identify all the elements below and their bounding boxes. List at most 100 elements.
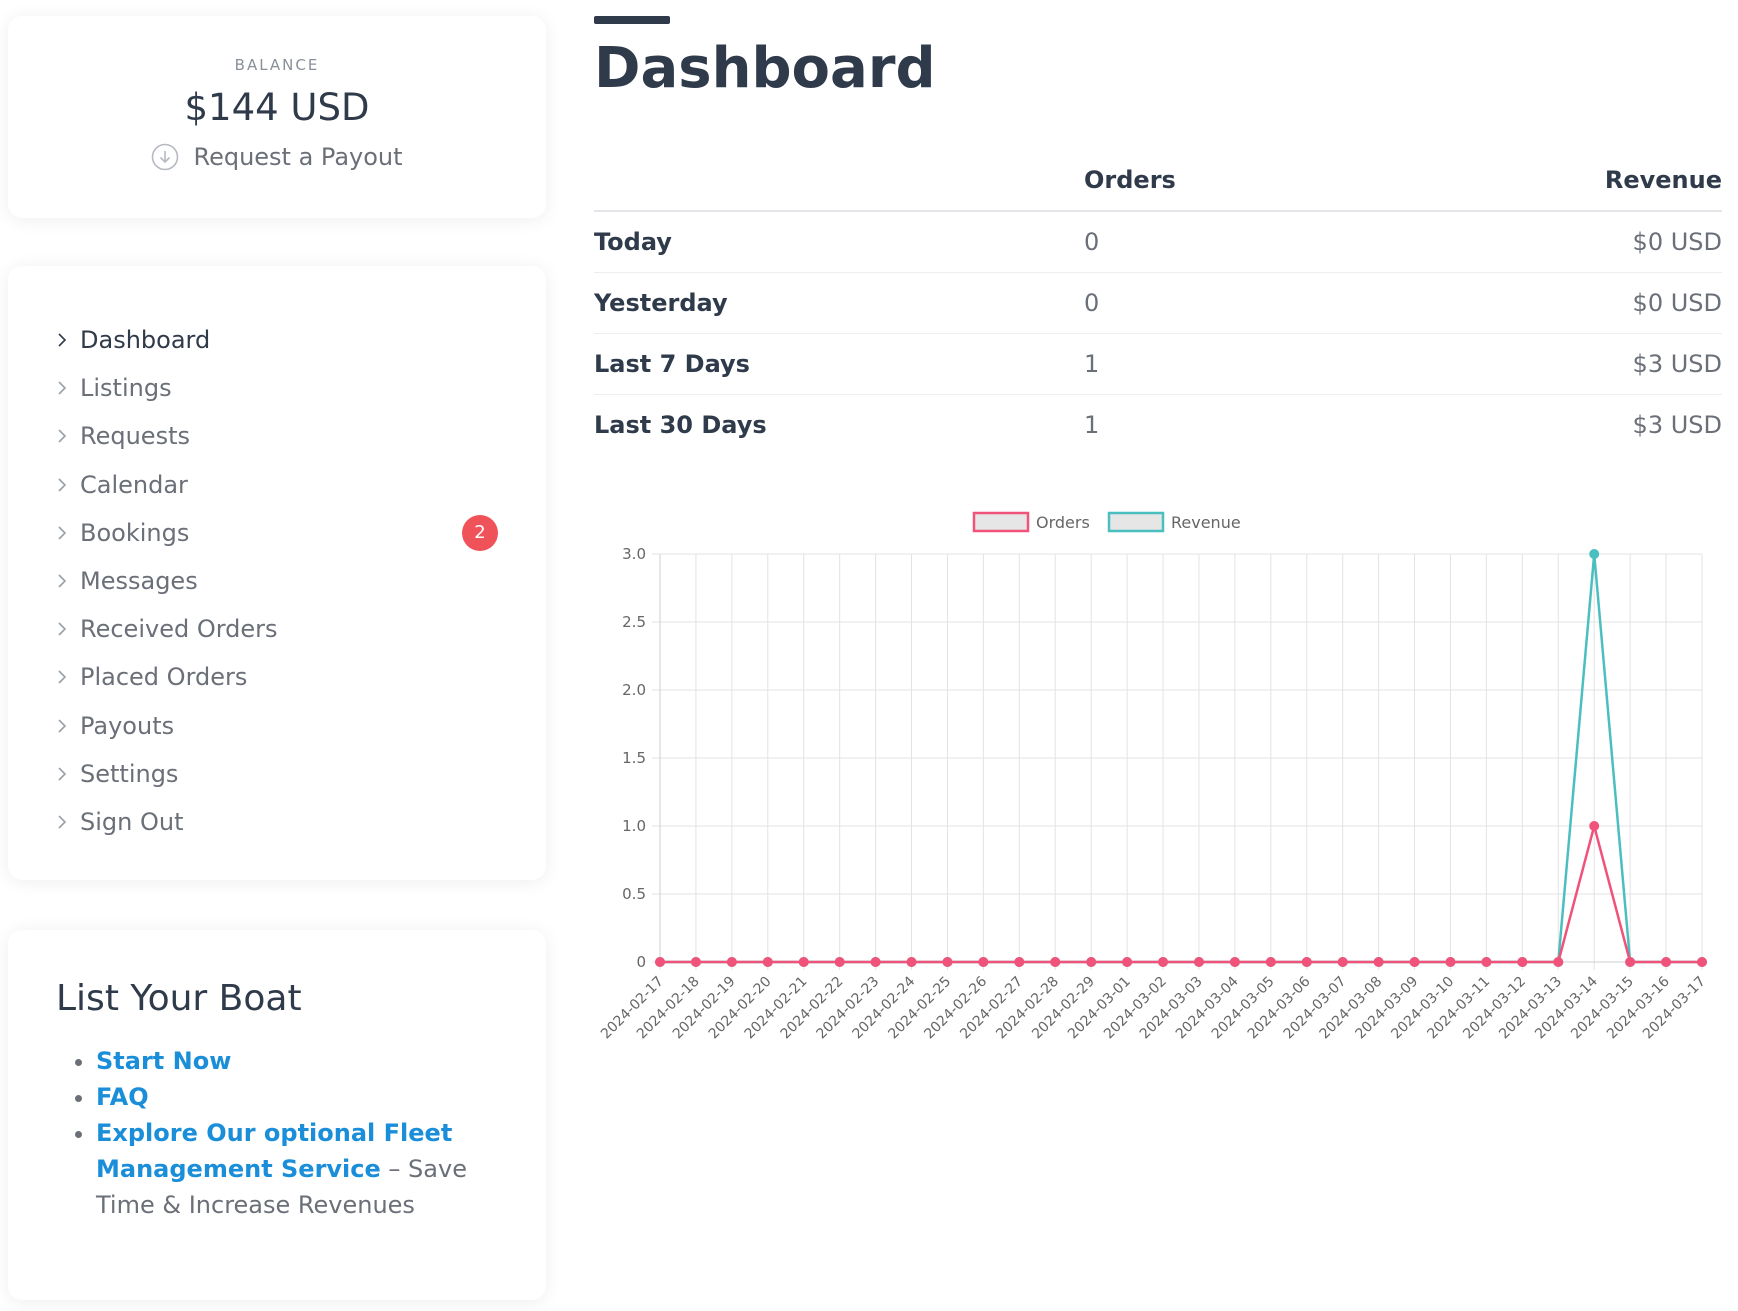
sidebar-item-label: Bookings	[80, 518, 190, 547]
data-point-orders	[1553, 957, 1564, 967]
y-tick-label: 1.0	[622, 817, 646, 835]
row-label: Last 7 Days	[594, 333, 1084, 395]
row-orders: 1	[1084, 411, 1100, 439]
y-tick-label: 2.0	[622, 681, 646, 699]
table-header-revenue: Revenue	[1364, 150, 1722, 212]
data-point-orders	[690, 957, 701, 967]
sidebar-item-label: Dashboard	[80, 326, 211, 355]
data-point-orders	[1589, 821, 1600, 831]
row-orders: 1	[1084, 333, 1365, 395]
row-revenue: $0 USD	[1364, 272, 1722, 334]
download-circle-icon	[152, 143, 179, 171]
data-point-orders	[1229, 957, 1240, 967]
row-orders: 0	[1084, 211, 1365, 273]
sidebar-item-received-orders[interactable]: Received Orders	[8, 605, 546, 653]
row-label: Yesterday	[594, 272, 1084, 334]
chevron-right-icon	[58, 622, 67, 636]
request-payout-label: Request a Payout	[193, 143, 403, 171]
data-point-orders	[798, 957, 809, 967]
start-now-link[interactable]: Start Now	[96, 1047, 231, 1075]
sidebar-item-placed-orders[interactable]: Placed Orders	[8, 653, 546, 701]
y-tick-label: 2.5	[622, 613, 646, 631]
data-point-orders	[1158, 957, 1169, 967]
table-row: Today 0 $0 USD	[594, 211, 1722, 273]
data-point-orders	[834, 957, 845, 967]
balance-amount: $144 USD	[184, 86, 370, 129]
list-your-boat-links: Start Now FAQ Explore Our optional Fleet…	[56, 1043, 506, 1223]
data-point-orders	[942, 957, 953, 967]
chevron-right-icon	[58, 429, 67, 444]
sidebar-item-messages[interactable]: Messages	[8, 557, 546, 605]
sidebar-item-payouts[interactable]: Payouts	[8, 702, 546, 750]
chevron-right-icon	[58, 381, 67, 395]
chevron-right-icon	[58, 670, 67, 684]
legend-label-orders: Orders	[1036, 513, 1090, 532]
data-point-orders	[1517, 957, 1528, 967]
sidebar-item-requests[interactable]: Requests	[8, 412, 546, 460]
sidebar-item-label: Settings	[80, 759, 179, 788]
table-row: Last 30 Days 1 $3 USD	[594, 395, 1722, 456]
row-revenue: $3 USD	[1632, 411, 1722, 439]
data-point-orders	[1445, 957, 1456, 967]
y-tick-label: 3.0	[622, 545, 646, 563]
data-point-orders	[1661, 957, 1672, 967]
sidebar-item-label: Placed Orders	[80, 663, 248, 692]
data-point-orders	[1409, 957, 1420, 967]
data-point-orders	[1625, 957, 1636, 967]
chevron-right-icon	[58, 333, 67, 347]
chevron-right-icon	[58, 815, 67, 829]
sidebar-item-label: Received Orders	[80, 615, 278, 644]
sidebar: BALANCE $144 USD Request a Payout Dashbo…	[8, 16, 546, 1300]
data-point-orders	[726, 957, 737, 967]
balance-label: BALANCE	[234, 56, 320, 74]
sidebar-item-label: Payouts	[80, 711, 175, 740]
row-revenue: $3 USD	[1364, 333, 1722, 395]
row-revenue: $0 USD	[1364, 211, 1722, 273]
data-point-orders	[1373, 957, 1384, 967]
data-point-orders	[1697, 957, 1707, 967]
page-title: Dashboard	[594, 36, 936, 101]
faq-link[interactable]: FAQ	[96, 1083, 149, 1111]
nav-card: Dashboard Listings Requests Calendar Boo…	[8, 266, 546, 880]
data-point-revenue	[1589, 549, 1600, 559]
data-point-orders	[655, 957, 665, 967]
sidebar-item-bookings[interactable]: Bookings 2	[8, 509, 546, 557]
legend-label-revenue: Revenue	[1171, 513, 1241, 532]
row-label: Today	[594, 211, 1084, 273]
title-accent-bar	[594, 16, 670, 24]
list-item: Start Now	[96, 1043, 506, 1079]
sidebar-item-dashboard[interactable]: Dashboard	[8, 316, 546, 364]
y-tick-label: 1.5	[622, 749, 646, 767]
sidebar-item-calendar[interactable]: Calendar	[8, 461, 546, 509]
chevron-right-icon	[58, 478, 67, 492]
data-point-orders	[1014, 957, 1025, 967]
data-point-orders	[1122, 957, 1133, 967]
list-your-boat-card: List Your Boat Start Now FAQ Explore Our…	[8, 930, 546, 1300]
chevron-right-icon	[58, 526, 67, 540]
orders-revenue-chart: 0 0.5 1.0 1.5 2.0 2.5 3.0 2024-02-17 2024-02-18 2…	[594, 500, 1722, 1080]
table-row: Last 7 Days 1 $3 USD	[594, 333, 1722, 395]
data-point-orders	[762, 957, 773, 967]
stats-table: Orders Revenue Today 0 $0 USD Yesterday …	[594, 150, 1722, 455]
data-point-orders	[1050, 957, 1061, 967]
sidebar-item-listings[interactable]: Listings	[8, 364, 546, 412]
table-header-row: Orders Revenue	[594, 150, 1722, 212]
list-item: FAQ	[96, 1079, 506, 1115]
balance-card: BALANCE $144 USD Request a Payout	[8, 16, 546, 218]
list-item: Explore Our optional Fleet Management Se…	[96, 1115, 506, 1223]
sidebar-item-label: Calendar	[80, 470, 188, 499]
chevron-right-icon	[58, 719, 67, 733]
legend-swatch-orders	[972, 511, 1030, 533]
request-payout-link[interactable]: Request a Payout	[151, 143, 403, 171]
data-point-orders	[1337, 957, 1348, 967]
sidebar-item-settings[interactable]: Settings	[8, 750, 546, 798]
table-header-period	[594, 150, 1084, 212]
sidebar-item-sign-out[interactable]: Sign Out	[8, 798, 546, 846]
data-point-orders	[1265, 957, 1276, 967]
sidebar-item-label: Requests	[80, 422, 190, 451]
table-row: Yesterday 0 $0 USD	[594, 272, 1722, 334]
data-point-orders	[870, 957, 881, 967]
chevron-right-icon	[58, 767, 67, 781]
line-chart: 00.51.01.52.02.53.02024-02-172024-02-182…	[598, 511, 1709, 1042]
row-label: Last 30 Days	[594, 411, 767, 439]
